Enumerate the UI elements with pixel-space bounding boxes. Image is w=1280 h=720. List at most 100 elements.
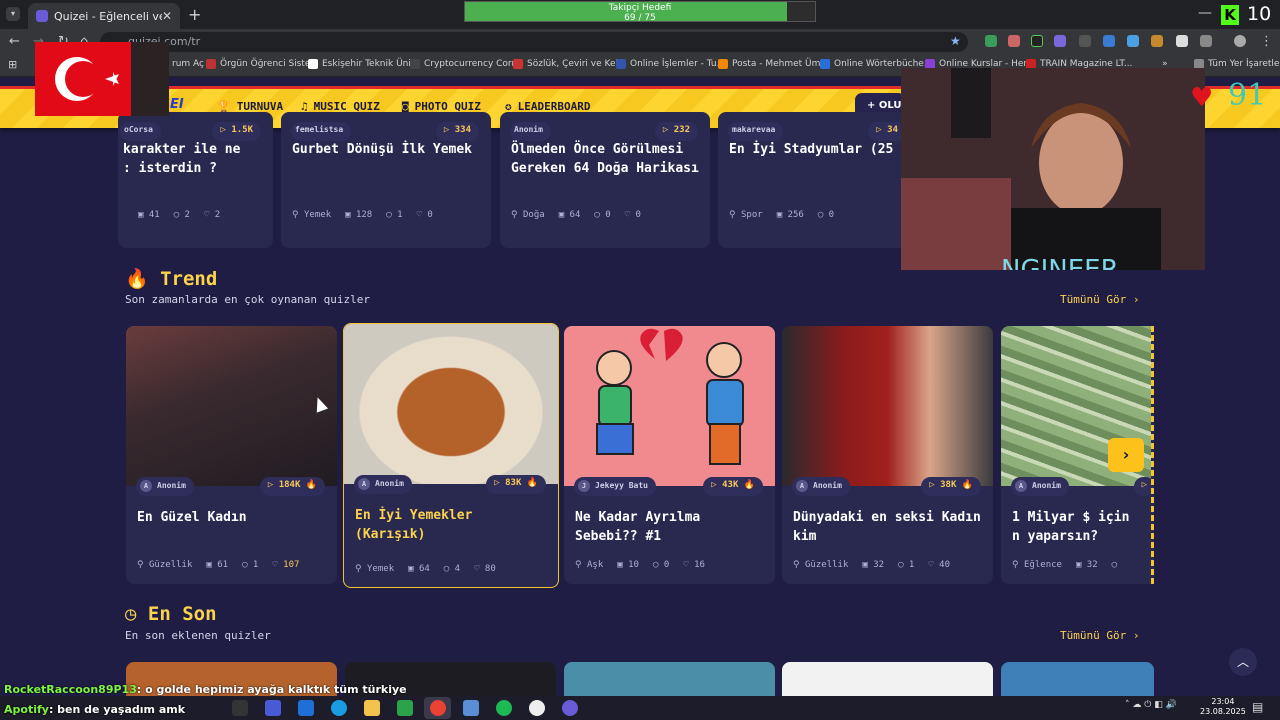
quiz-meta: ⚲ Yemek ▣ 64 ◯ 4 ♡ 80 (355, 564, 496, 574)
play-count: ▷ 38K 🔥 (921, 477, 981, 496)
trend-section-subtitle: Son zamanlarda en çok oynanan quizler (125, 293, 371, 306)
windows-taskbar (0, 696, 1280, 720)
bookmark-item[interactable]: Online İşlemler - Tu... (616, 59, 725, 69)
notification-icon[interactable]: ▤ (1252, 700, 1263, 714)
bookmark-item[interactable]: Posta - Mehmet Üm... (718, 59, 829, 69)
back-icon[interactable]: ← (9, 34, 20, 49)
new-tab-icon[interactable]: + (188, 5, 201, 24)
trend-see-all-link[interactable]: Tümünü Gör › (1060, 293, 1139, 306)
apps-icon[interactable]: ⊞ (8, 58, 17, 71)
play-count: ▷ (1133, 477, 1151, 496)
extension-4-icon[interactable] (1054, 35, 1066, 47)
quiz-author: A Anonim (792, 477, 850, 496)
bookmark-item[interactable]: Eskişehir Teknik Üni... (308, 59, 419, 69)
play-count: ▷ 334 (435, 122, 479, 141)
quiz-author: makarevaa (728, 122, 784, 141)
quiz-image (344, 324, 558, 484)
quiz-meta: ▣ 41 ◯ 2 ♡ 2 (138, 210, 221, 220)
task-view-icon[interactable] (232, 700, 248, 716)
tab-search-icon[interactable]: ▾ (6, 7, 20, 21)
quiz-author: A Anonim (354, 475, 412, 494)
play-count: ▷ 232 (654, 122, 698, 141)
spotify-icon[interactable] (496, 700, 512, 716)
scroll-to-top-button[interactable]: ︿ (1229, 648, 1257, 676)
extension-9-icon[interactable] (1176, 35, 1188, 47)
newest-card-image[interactable] (1001, 662, 1154, 696)
quiz-card[interactable]: Anonim ▷ 232 Ölmeden Önce Görülmesi Gere… (500, 112, 710, 248)
bookmark-item[interactable]: rum Aç (172, 59, 204, 69)
follower-goal-label: Takipçi Hedefi (608, 3, 672, 13)
extensions-puzzle-icon[interactable] (1200, 35, 1212, 47)
quiz-card[interactable]: makarevaa ▷ 34 En İyi Stadyumlar (25 ⚲ S… (718, 112, 918, 248)
quiz-meta: ⚲ Güzellik ▣ 32 ◯ 1 ♡ 40 (793, 560, 951, 570)
app-icon[interactable] (463, 700, 479, 716)
quiz-title: karakter ile ne : isterdin ? (123, 142, 241, 176)
active-tab[interactable]: Quizei - Eğlenceli ve etkileşimli ✕ (28, 3, 180, 29)
quiz-image (782, 326, 993, 486)
bookmark-item[interactable]: Cryptocurrency Corr... (410, 59, 523, 69)
quiz-title: Gurbet Dönüşü İlk Yemek (292, 142, 473, 157)
extension-2-icon[interactable] (1008, 35, 1020, 47)
carousel-next-button[interactable]: › (1108, 438, 1144, 472)
discord-icon[interactable] (562, 700, 578, 716)
taskbar-clock[interactable]: 23:04 23.08.2025 (1200, 697, 1246, 717)
obs-icon[interactable] (529, 700, 545, 716)
bookmark-item[interactable]: Örgün Öğrenci Siste... (206, 59, 319, 69)
bookmark-star-icon[interactable]: ★ (950, 34, 961, 48)
quiz-card[interactable]: A Anonim ▷ 184K 🔥 En Güzel Kadın ⚲ Güzell… (126, 326, 337, 584)
extension-3-icon[interactable] (1031, 35, 1043, 47)
webcam-overlay: NGINEER (901, 68, 1205, 270)
follower-goal-value: 69 / 75 (624, 13, 656, 23)
quiz-image (126, 326, 337, 486)
browser-menu-icon[interactable]: ⋮ (1260, 34, 1273, 49)
url-field[interactable]: quizei.com/tr (100, 32, 968, 52)
quiz-card[interactable]: A Anonim ▷ 38K 🔥 Dünyadaki en seksi Kadın… (782, 326, 993, 584)
quiz-title: En Güzel Kadın (137, 510, 247, 525)
quiz-title: Ne Kadar Ayrılma Sebebi?? #1 (575, 510, 701, 544)
outlook-icon[interactable] (298, 700, 314, 716)
profile-avatar-icon[interactable] (1234, 35, 1246, 47)
extension-1-icon[interactable] (985, 35, 997, 47)
quiz-card[interactable]: ▷ 1.5K oCorsa karakter ile ne : isterdin… (118, 112, 273, 248)
kick-viewer-count: 10 (1247, 3, 1272, 25)
newest-card-image[interactable] (782, 662, 993, 696)
trend-section-title: 🔥 Trend (125, 268, 218, 290)
quiz-card[interactable]: J Jekeyy Batu ▷ 43K 🔥 Ne Kadar Ayrılma Se… (564, 326, 775, 584)
follower-goal-widget: Takipçi Hedefi 69 / 75 (464, 1, 816, 23)
newest-card-image[interactable] (564, 662, 775, 696)
newest-see-all-link[interactable]: Tümünü Gör › (1060, 629, 1139, 642)
quiz-title: En İyi Yemekler (Karışık) (355, 508, 473, 542)
quiz-title: Dünyadaki en seksi Kadın kim (793, 510, 981, 544)
file-explorer-icon[interactable] (364, 700, 380, 716)
tab-title: Quizei - Eğlenceli ve etkileşimli (54, 9, 162, 23)
bookmark-item[interactable]: Sözlük, Çeviri ve Kel... (513, 59, 627, 69)
quiz-meta: ⚲ Eğlence ▣ 32 ◯ (1012, 560, 1118, 570)
close-tab-icon[interactable]: ✕ (162, 9, 172, 23)
quiz-title: Ölmeden Önce Görülmesi Gereken 64 Doğa H… (511, 142, 699, 176)
newest-section-title: ◷ En Son (125, 603, 217, 625)
minimize-icon[interactable]: — (1198, 5, 1212, 21)
quiz-meta: ⚲ Yemek ▣ 128 ◯ 1 ♡ 0 (292, 210, 433, 220)
site-logo[interactable]: EI (170, 97, 184, 112)
all-bookmarks[interactable]: Tüm Yer İşaretleri (1194, 59, 1280, 69)
system-tray-icons[interactable]: ˄ ☁ ⏻ ◧ 🔊 (1125, 700, 1177, 710)
copilot-icon[interactable] (265, 700, 281, 716)
turkish-flag-overlay (35, 42, 169, 116)
extension-6-icon[interactable] (1103, 35, 1115, 47)
extension-5-icon[interactable] (1079, 35, 1091, 47)
chrome-icon (430, 700, 446, 716)
chat-message: RocketRaccoon89P13: o golde hepimiz ayağ… (4, 683, 407, 696)
play-count: ▷ 43K 🔥 (703, 477, 763, 496)
quiz-card[interactable]: femelistsa ▷ 334 Gurbet Dönüşü İlk Yemek… (281, 112, 491, 248)
quiz-card-hovered[interactable]: A Anonim ▷ 83K 🔥 En İyi Yemekler (Karışık… (343, 323, 559, 588)
extension-7-icon[interactable] (1127, 35, 1139, 47)
quiz-author: A Anonim (136, 477, 194, 496)
store-icon[interactable] (397, 700, 413, 716)
newest-section-subtitle: En son eklenen quizler (125, 629, 271, 642)
quiz-author: oCorsa (120, 122, 161, 141)
quiz-author: femelistsa (291, 122, 352, 141)
chat-message: Apotify: ben de yaşadım amk (4, 703, 186, 716)
quiz-title: 1 Milyar $ için n yaparsın? (1012, 510, 1130, 544)
edge-icon[interactable] (331, 700, 347, 716)
extension-8-icon[interactable] (1151, 35, 1163, 47)
